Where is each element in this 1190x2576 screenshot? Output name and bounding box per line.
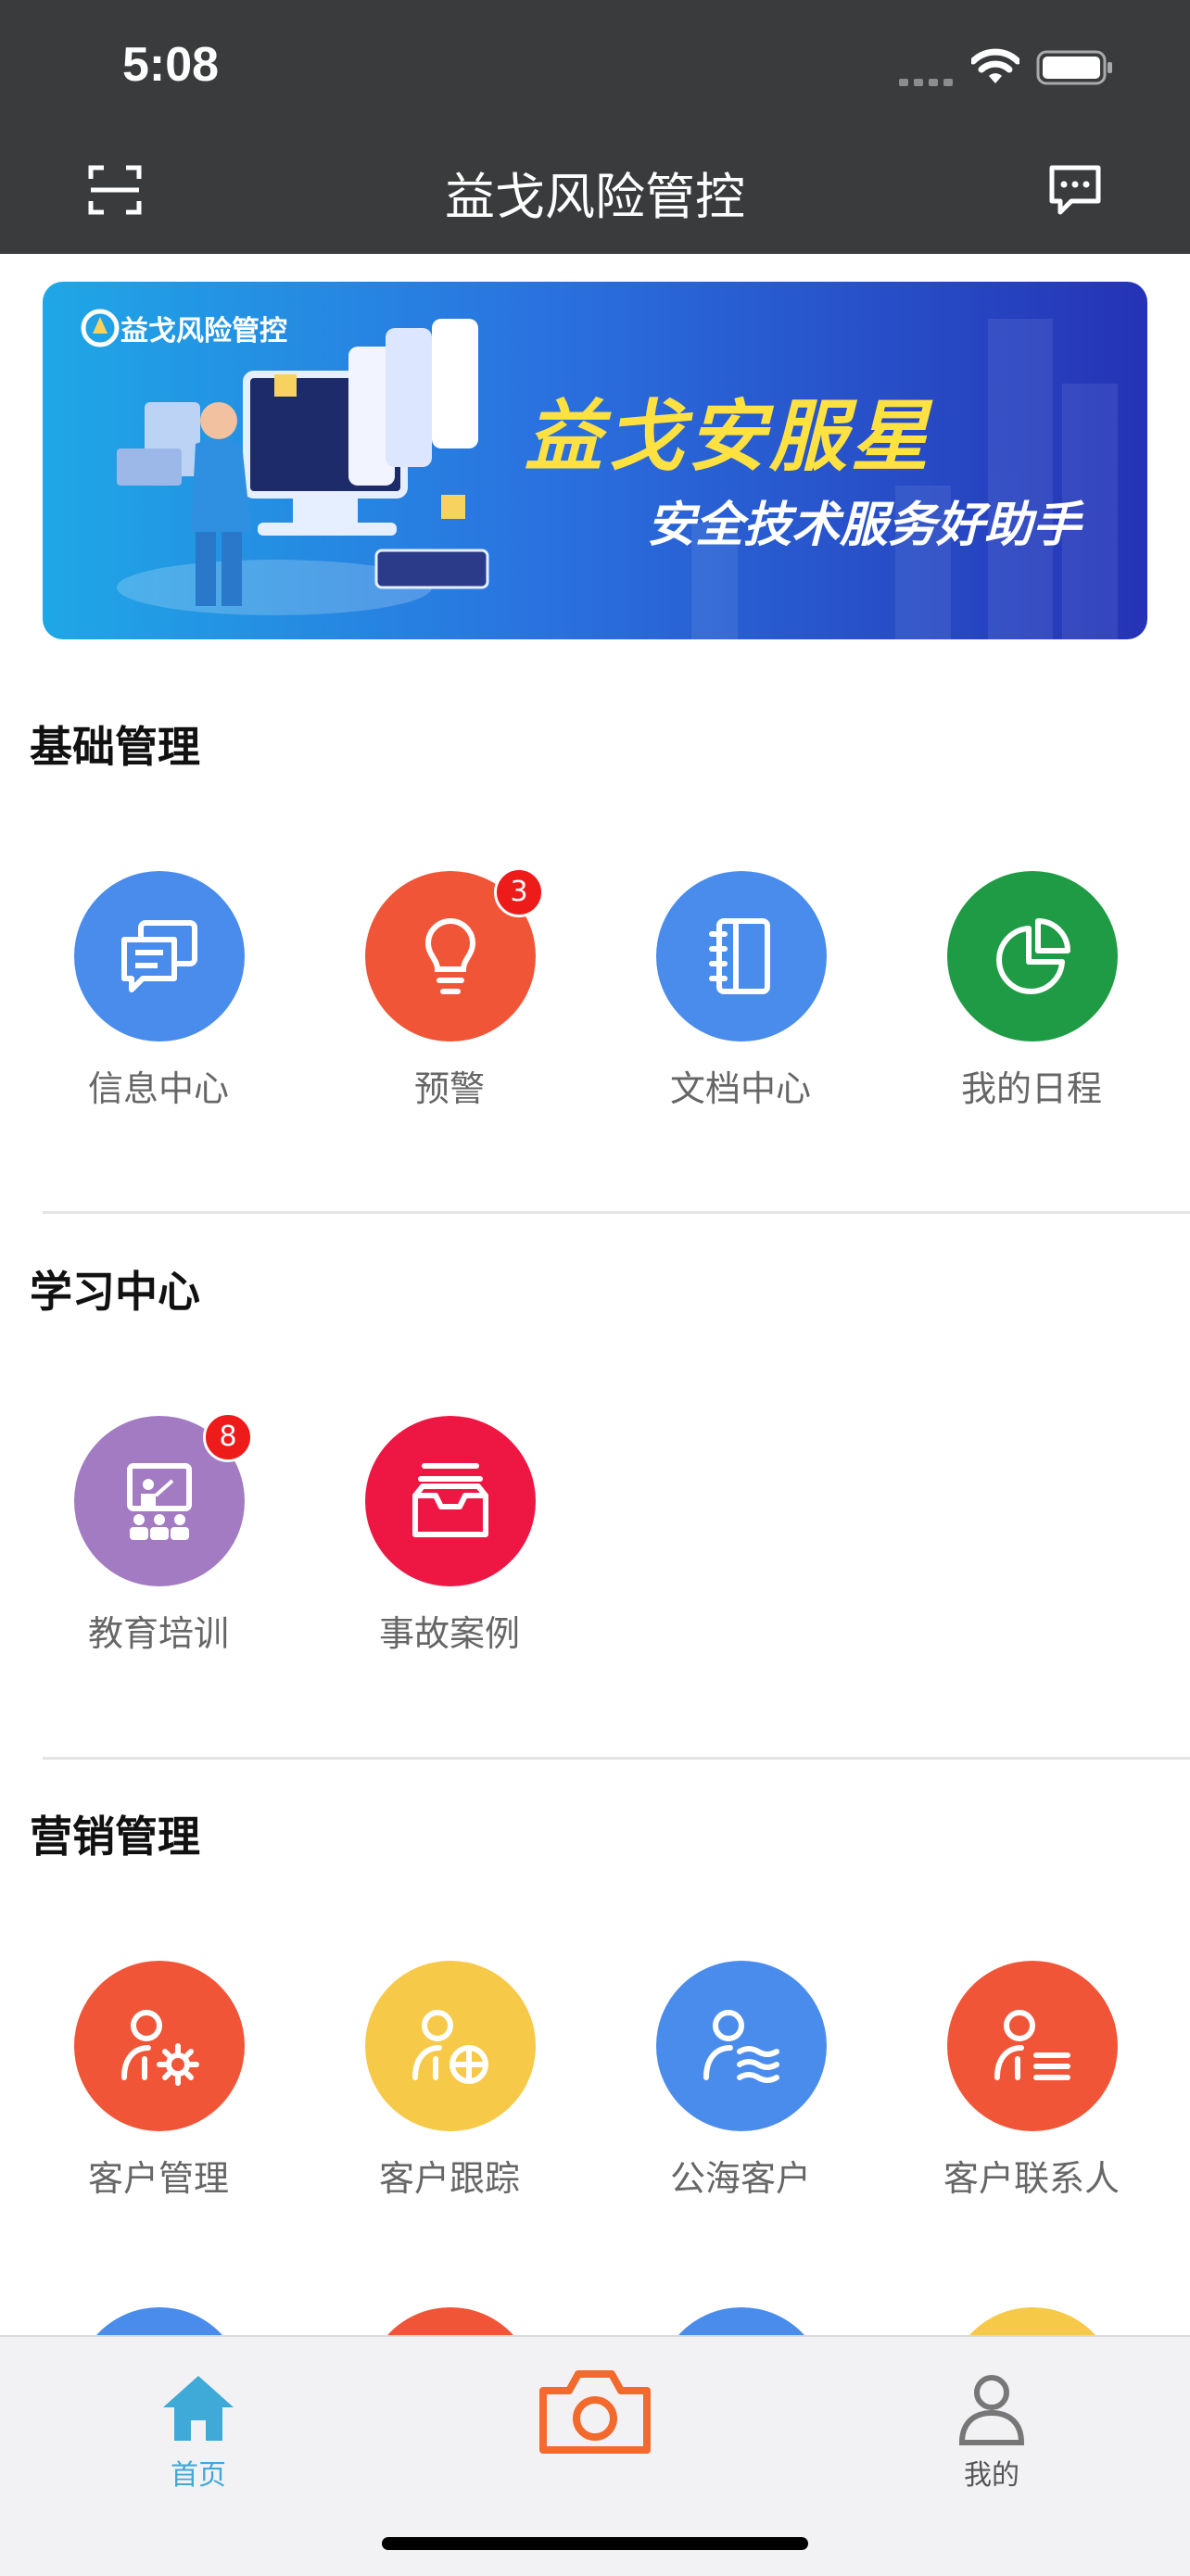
notebook-icon	[709, 918, 770, 994]
tile-info-center[interactable]: 信息中心	[52, 871, 265, 1112]
tile-customer-contacts[interactable]: 客户联系人	[925, 1961, 1138, 2202]
chat-icon	[121, 920, 197, 992]
section-title-learning: 学习中心	[30, 1267, 200, 1317]
tile-label: 我的日程	[960, 1068, 1102, 1109]
tab-camera[interactable]	[502, 2355, 688, 2494]
banner-title: 益戈安服星	[525, 391, 933, 482]
badge-count: 3	[494, 867, 544, 917]
tile-label: 公海客户	[669, 2158, 811, 2199]
tab-mine[interactable]: 我的	[899, 2355, 1084, 2494]
battery-icon	[1036, 50, 1114, 89]
status-bar: 5:08	[0, 0, 1190, 139]
circle-bg	[656, 871, 827, 1042]
pie-chart-icon	[996, 918, 1070, 994]
wifi-icon	[969, 48, 1021, 89]
home-icon	[163, 2376, 234, 2441]
circle-bg	[365, 1961, 536, 2131]
inbox-icon	[412, 1463, 488, 1537]
tile-label: 文档中心	[669, 1068, 811, 1109]
divider	[43, 1757, 1190, 1760]
promo-banner[interactable]: 益戈风险管控 益戈安服星 安全技术服务好助手	[43, 282, 1147, 639]
badge-count: 8	[203, 1412, 253, 1462]
user-gear-icon	[121, 2010, 199, 2086]
banner-logo-text: 益戈风险管控	[120, 315, 287, 347]
classroom-icon	[127, 1463, 192, 1540]
tab-home[interactable]: 首页	[106, 2355, 291, 2494]
tab-label: 首页	[171, 2459, 226, 2492]
tile-label: 客户管理	[87, 2158, 229, 2199]
camera-icon	[539, 2370, 651, 2454]
tile-label: 事故案例	[378, 1613, 520, 1654]
message-icon[interactable]	[1047, 162, 1103, 218]
tile-my-schedule[interactable]: 我的日程	[925, 871, 1138, 1112]
tab-label: 我的	[964, 2459, 1019, 2492]
status-time: 5:08	[122, 38, 220, 92]
tile-education-training[interactable]: 8 教育培训	[52, 1412, 265, 1657]
lightbulb-icon	[424, 918, 476, 994]
tile-customer-tracking[interactable]: 客户跟踪	[343, 1961, 556, 2202]
circle-bg	[365, 1416, 536, 1586]
tile-document-center[interactable]: 文档中心	[634, 871, 847, 1112]
divider	[43, 1211, 1190, 1214]
circle-bg	[947, 1961, 1118, 2131]
section-title-marketing: 营销管理	[30, 1812, 200, 1862]
circle-bg	[74, 1961, 245, 2131]
user-sea-icon	[703, 2010, 779, 2083]
tile-warning[interactable]: 3 预警	[343, 867, 556, 1112]
tile-label: 客户跟踪	[378, 2158, 520, 2199]
banner-subtitle: 安全技术服务好助手	[647, 498, 1082, 553]
tile-customer-management[interactable]: 客户管理	[52, 1961, 265, 2202]
circle-bg	[74, 871, 245, 1042]
tile-label: 预警	[413, 1068, 485, 1109]
signal-icon	[899, 74, 956, 92]
page-title: 益戈风险管控	[445, 168, 745, 226]
section-title-basic: 基础管理	[30, 722, 200, 772]
banner-logo	[80, 308, 120, 352]
tile-public-sea-customers[interactable]: 公海客户	[634, 1961, 847, 2202]
person-icon	[958, 2375, 1025, 2445]
circle-bg	[656, 1961, 827, 2131]
tile-accident-cases[interactable]: 事故案例	[343, 1416, 556, 1657]
tile-label: 信息中心	[87, 1068, 229, 1109]
home-indicator	[382, 2537, 808, 2550]
nav-bar: 益戈风险管控	[0, 139, 1190, 254]
circle-bg	[947, 871, 1118, 1042]
user-list-icon	[994, 2010, 1070, 2080]
tile-label: 教育培训	[87, 1613, 229, 1654]
tile-label: 客户联系人	[943, 2158, 1120, 2199]
user-target-icon	[412, 2010, 488, 2084]
